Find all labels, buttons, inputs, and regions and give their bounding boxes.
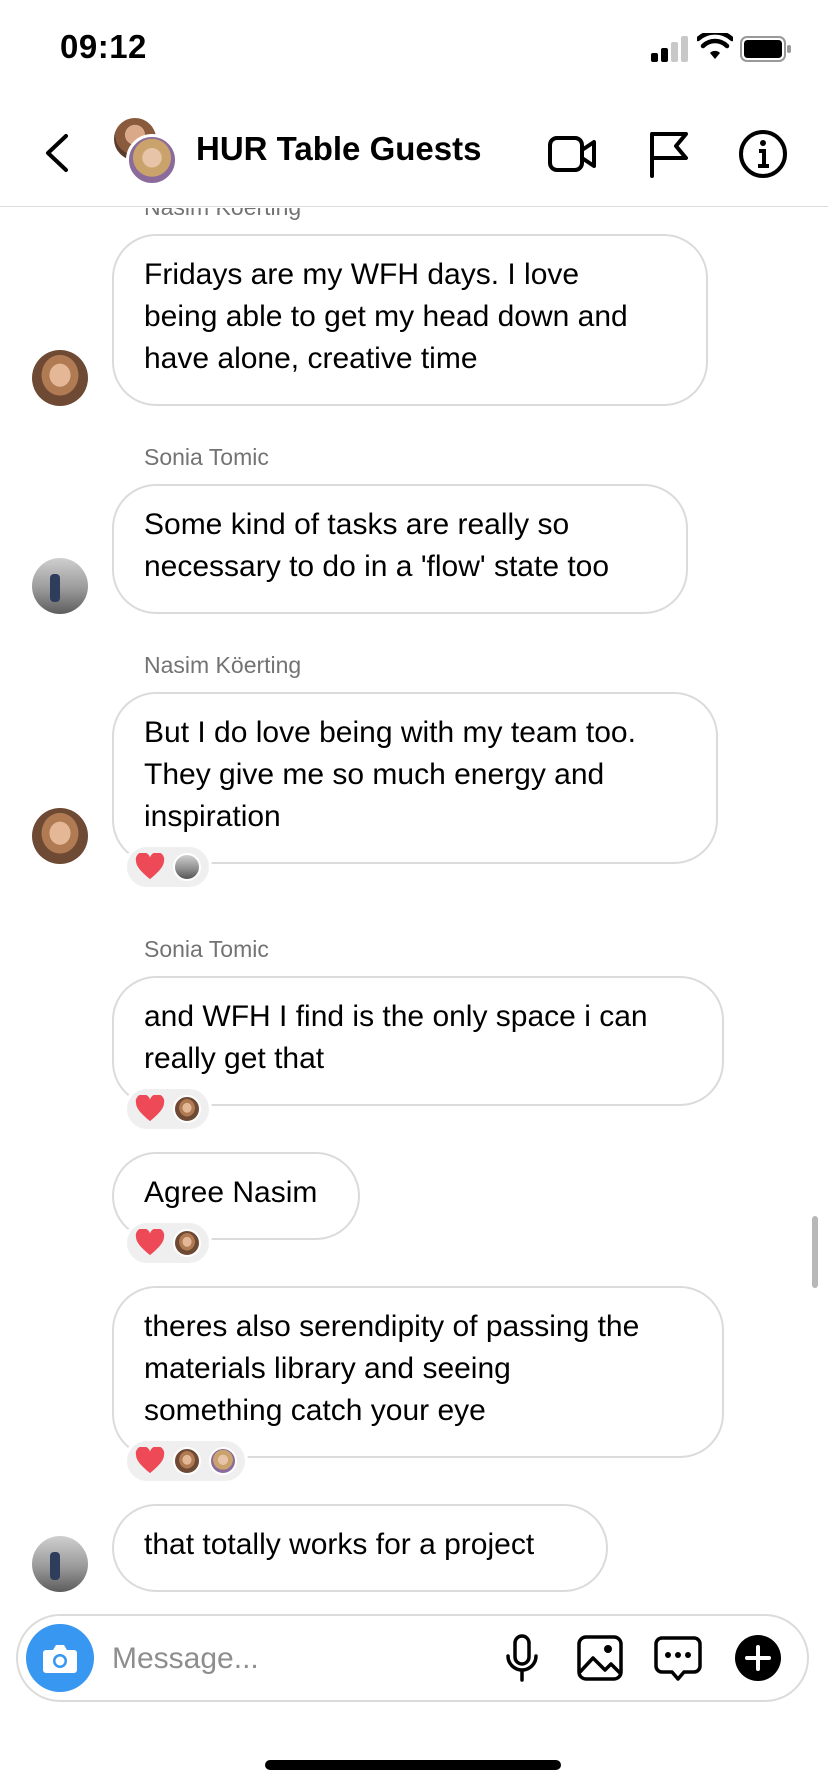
message-composer bbox=[16, 1614, 809, 1702]
avatar[interactable] bbox=[32, 558, 88, 614]
info-icon[interactable] bbox=[735, 126, 791, 182]
message-line: that totally works for a project bbox=[144, 1528, 535, 1561]
message-line: They give me so much energy and bbox=[144, 758, 605, 791]
message-line: But I do love being with my team too. bbox=[144, 716, 636, 749]
message-line: Agree Nasim bbox=[144, 1176, 318, 1209]
wifi-icon bbox=[697, 33, 733, 59]
camera-icon bbox=[43, 1645, 77, 1673]
heart-icon bbox=[135, 1229, 165, 1256]
message-thread[interactable]: Nasim Köerting Fridays are my WFH days. … bbox=[0, 208, 828, 1608]
message-bubble[interactable]: that totally works for a project bbox=[112, 1504, 608, 1592]
avatar bbox=[173, 1095, 201, 1123]
reaction-summary[interactable] bbox=[124, 1220, 212, 1266]
heart-icon bbox=[135, 1095, 165, 1122]
message-line: theres also serendipity of passing the bbox=[144, 1310, 640, 1343]
avatar[interactable] bbox=[32, 808, 88, 864]
message-bubble[interactable]: and WFH I find is the only space i can r… bbox=[112, 976, 724, 1106]
message-bubble[interactable]: Some kind of tasks are really so necessa… bbox=[112, 484, 688, 614]
battery-icon bbox=[740, 36, 791, 62]
avatar bbox=[209, 1447, 237, 1475]
message-line: necessary to do in a 'flow' state too bbox=[144, 550, 610, 583]
status-time: 09:12 bbox=[60, 28, 147, 65]
avatar bbox=[173, 853, 201, 881]
message-input[interactable] bbox=[112, 1638, 412, 1680]
reaction-summary[interactable] bbox=[124, 844, 212, 890]
scrollbar[interactable] bbox=[812, 1216, 818, 1288]
reaction-summary[interactable] bbox=[124, 1086, 212, 1132]
message-line: really get that bbox=[144, 1042, 325, 1075]
camera-button[interactable] bbox=[26, 1624, 94, 1692]
sender-name: Nasim Köerting bbox=[144, 208, 301, 221]
image-icon[interactable] bbox=[574, 1632, 626, 1684]
message-line: something catch your eye bbox=[144, 1394, 486, 1427]
sender-name: Nasim Köerting bbox=[144, 652, 302, 678]
message-line: materials library and seeing bbox=[144, 1352, 511, 1385]
heart-icon bbox=[135, 1447, 165, 1474]
home-indicator[interactable] bbox=[265, 1760, 561, 1770]
message-line: have alone, creative time bbox=[144, 342, 478, 375]
avatar bbox=[173, 1447, 201, 1475]
avatar[interactable] bbox=[32, 350, 88, 406]
avatar[interactable] bbox=[32, 1536, 88, 1592]
flag-icon[interactable] bbox=[640, 126, 696, 182]
cellular-signal-icon bbox=[651, 34, 691, 62]
chat-title[interactable]: HUR Table Guests bbox=[196, 130, 481, 168]
chat-header: HUR Table Guests bbox=[0, 100, 828, 207]
avatar bbox=[126, 134, 178, 186]
message-bubble[interactable]: theres also serendipity of passing the m… bbox=[112, 1286, 724, 1458]
message-bubble-icon[interactable] bbox=[652, 1632, 704, 1684]
plus-icon[interactable] bbox=[732, 1632, 784, 1684]
reaction-summary[interactable] bbox=[124, 1438, 248, 1484]
avatar bbox=[173, 1229, 201, 1257]
video-camera-icon[interactable] bbox=[544, 126, 600, 182]
chevron-left-icon[interactable] bbox=[36, 128, 80, 178]
sender-name: Sonia Tomic bbox=[144, 444, 269, 470]
sender-name: Sonia Tomic bbox=[144, 936, 269, 962]
message-line: Some kind of tasks are really so bbox=[144, 508, 570, 541]
heart-icon bbox=[135, 853, 165, 880]
microphone-icon[interactable] bbox=[496, 1632, 548, 1684]
message-line: Fridays are my WFH days. I love bbox=[144, 258, 580, 291]
message-line: and WFH I find is the only space i can bbox=[144, 1000, 648, 1033]
status-bar: 09:12 bbox=[0, 0, 828, 100]
message-bubble[interactable]: But I do love being with my team too. Th… bbox=[112, 692, 718, 864]
message-line: inspiration bbox=[144, 800, 281, 833]
message-bubble[interactable]: Fridays are my WFH days. I love being ab… bbox=[112, 234, 708, 406]
message-line: being able to get my head down and bbox=[144, 300, 628, 333]
group-avatar[interactable] bbox=[110, 116, 180, 186]
